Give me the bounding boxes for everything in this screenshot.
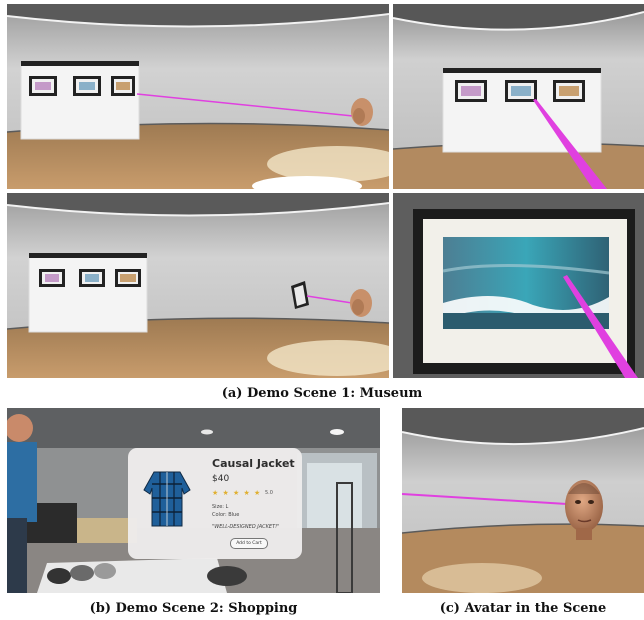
museum-panel-1 [7,4,389,189]
avatar-panel [402,408,644,593]
shopping-panel: Causal Jacket $40 ★ ★ ★ ★ ★ 5.0 Size: L … [7,408,380,593]
product-title: Causal Jacket [212,457,295,470]
product-card: Causal Jacket $40 ★ ★ ★ ★ ★ 5.0 Size: L … [128,448,302,559]
caption-museum: (a) Demo Scene 1: Museum [221,386,423,401]
rating-value: 5.0 [265,490,273,496]
product-size: Size: L [212,504,229,510]
museum-panel-2 [393,4,644,189]
rating-stars-icon: ★ ★ ★ ★ ★ [212,489,262,497]
caption-shopping: (b) Demo Scene 2: Shopping [89,601,298,616]
product-price: $40 [212,474,230,484]
museum-panel-4 [393,193,644,378]
caption-avatar: (c) Avatar in the Scene [439,601,607,616]
jacket-image [143,471,191,527]
add-to-cart-button[interactable]: Add to Cart [230,538,268,549]
product-review: "WELL-DESIGNED JACKET!" [212,524,280,530]
museum-panel-3 [7,193,389,378]
product-color: Color: Blue [212,512,240,518]
